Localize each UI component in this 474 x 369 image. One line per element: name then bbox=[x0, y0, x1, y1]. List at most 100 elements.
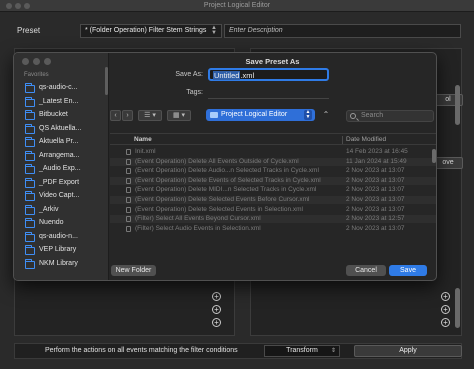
sidebar-item[interactable]: Arrangema... bbox=[25, 150, 105, 163]
file-name: (Event Operation) Delete All Events Outs… bbox=[135, 157, 299, 165]
filename-selected: Untitled bbox=[213, 71, 241, 80]
sidebar-item[interactable]: Aktuella Pr... bbox=[25, 137, 105, 149]
expand-chevron-icon[interactable]: ⌃ bbox=[320, 110, 332, 121]
cancel-button[interactable]: Cancel bbox=[346, 265, 386, 276]
folder-icon bbox=[25, 204, 35, 215]
apply-button[interactable]: Apply bbox=[354, 345, 462, 357]
preset-select[interactable]: * (Folder Operation) Filter Stem Strings… bbox=[80, 24, 222, 38]
folder-icon bbox=[25, 245, 35, 255]
sidebar: Favorites qs-audio-c... _Latest En... Bitb… bbox=[14, 53, 109, 280]
file-row[interactable]: (Event Operation) Delete All Events Outs… bbox=[110, 157, 436, 166]
file-name: (Event Operation) Delete MIDI...n Select… bbox=[135, 186, 317, 194]
sidebar-item[interactable]: _Latest En... bbox=[25, 96, 105, 109]
sidebar-item-label: _Arkiv bbox=[39, 205, 59, 213]
tags-field[interactable] bbox=[208, 88, 329, 99]
new-folder-button[interactable]: New Folder bbox=[111, 265, 156, 276]
folder-icon bbox=[25, 177, 35, 188]
sidebar-item[interactable]: _PDF Export bbox=[25, 177, 105, 190]
close-dialog-button[interactable] bbox=[22, 58, 29, 65]
folder-icon bbox=[25, 164, 35, 174]
left-add-buttons: + + + bbox=[212, 292, 222, 331]
sidebar-item[interactable]: NKM Library bbox=[25, 258, 105, 271]
location-popup[interactable]: Project Logical Editor ▲ ▼ bbox=[206, 109, 315, 121]
file-row[interactable]: (Filter) Select Audio Events in Selectio… bbox=[110, 224, 436, 233]
file-row[interactable]: (Event Operation) Delete Selected Events… bbox=[110, 196, 436, 204]
document-icon bbox=[126, 158, 131, 165]
file-row[interactable]: (Event Operation) Delete MIDI...n Select… bbox=[110, 186, 436, 194]
scrollbar-thumb[interactable] bbox=[455, 85, 460, 125]
folder-icon bbox=[25, 123, 35, 134]
sidebar-scrollbar[interactable] bbox=[105, 67, 108, 95]
back-chevron-icon[interactable]: ‹ bbox=[110, 110, 121, 121]
save-preset-dialog: Favorites qs-audio-c... _Latest En... Bitb… bbox=[13, 52, 437, 281]
forward-chevron-icon[interactable]: › bbox=[122, 110, 133, 121]
document-icon bbox=[126, 187, 131, 194]
file-row[interactable]: (Event Operation) Delete Audio...n Selec… bbox=[110, 167, 436, 175]
save-as-field[interactable]: Untitled.xml bbox=[208, 68, 329, 81]
sidebar-item-label: Bitbucket bbox=[39, 111, 68, 118]
tags-label: Tags: bbox=[186, 89, 203, 96]
folder-icon bbox=[25, 191, 35, 201]
add-condition-icon[interactable]: + bbox=[212, 292, 221, 301]
grid-view-icon[interactable]: ▦ ▾ bbox=[167, 110, 191, 121]
folder-icon bbox=[25, 137, 35, 147]
sidebar-item-label: Aktuella Pr... bbox=[39, 138, 79, 145]
minimize-dialog-button[interactable] bbox=[33, 58, 40, 65]
dialog-title: Save Preset As bbox=[245, 57, 300, 66]
column-divider[interactable] bbox=[342, 136, 343, 144]
file-row[interactable]: (Event Operation) Delete Selected Events… bbox=[110, 205, 436, 214]
file-row[interactable]: (Event Operation) Delete Events of Selec… bbox=[110, 176, 436, 185]
column-name-header[interactable]: Name bbox=[134, 136, 152, 143]
sidebar-item[interactable]: Bitbucket bbox=[25, 110, 105, 122]
sidebar-item[interactable]: Video Capt... bbox=[25, 191, 105, 203]
transform-select[interactable]: Transform ⇕ bbox=[264, 345, 340, 357]
document-icon bbox=[126, 225, 131, 232]
file-date: 2 Nov 2023 at 13:07 bbox=[346, 167, 405, 175]
add-action-icon[interactable]: + bbox=[441, 292, 450, 301]
sidebar-item[interactable]: VEP Library bbox=[25, 245, 105, 257]
operation-description: Perform the actions on all events matchi… bbox=[45, 347, 238, 354]
sidebar-item-label: Nuendo bbox=[39, 219, 64, 226]
file-list-scrollbar[interactable] bbox=[432, 149, 436, 163]
add-action-icon[interactable]: + bbox=[441, 318, 450, 327]
file-name: (Event Operation) Delete Selected Events… bbox=[135, 205, 304, 213]
file-name: Init.xml bbox=[135, 148, 156, 155]
sidebar-item-label: _PDF Export bbox=[39, 178, 80, 186]
add-action-icon[interactable]: + bbox=[441, 305, 450, 314]
zoom-dialog-button[interactable] bbox=[44, 58, 51, 65]
sidebar-item-label: Arrangema... bbox=[39, 151, 80, 159]
folder-icon bbox=[25, 258, 35, 269]
description-input[interactable]: Enter Description bbox=[224, 24, 461, 38]
column-date-header[interactable]: Date Modified bbox=[346, 136, 386, 143]
file-date: 2 Nov 2023 at 13:07 bbox=[346, 224, 405, 232]
chevron-updown-icon: ▲ ▼ bbox=[304, 109, 312, 120]
search-field[interactable]: Search bbox=[346, 110, 434, 122]
save-button[interactable]: Save bbox=[389, 265, 427, 276]
file-row[interactable]: Init.xml 14 Feb 2023 at 16:45 bbox=[110, 148, 436, 156]
list-view-icon[interactable]: ☰ ▾ bbox=[138, 110, 162, 121]
sidebar-item[interactable]: qs-audio-n... bbox=[25, 231, 105, 244]
sidebar-item-label: _Audio Exp... bbox=[39, 165, 81, 172]
right-add-buttons: + + + bbox=[441, 292, 451, 331]
chevron-updown-icon: ▲ ▼ bbox=[211, 25, 217, 36]
file-name: (Event Operation) Delete Audio...n Selec… bbox=[135, 167, 319, 175]
add-condition-icon[interactable]: + bbox=[212, 305, 221, 314]
side-button-remove[interactable]: ove bbox=[433, 157, 463, 169]
filename-extension: .xml bbox=[240, 71, 255, 80]
document-icon bbox=[126, 216, 131, 223]
file-row[interactable]: (Filter) Select All Events Beyond Cursor… bbox=[110, 215, 436, 224]
sidebar-item[interactable]: QS Aktuella... bbox=[25, 123, 105, 136]
folder-icon bbox=[25, 83, 35, 93]
file-name: (Filter) Select Audio Events in Selectio… bbox=[135, 224, 261, 232]
sidebar-item[interactable]: _Audio Exp... bbox=[25, 164, 105, 176]
sidebar-item[interactable]: qs-audio-c... bbox=[25, 83, 105, 95]
sidebar-item[interactable]: Nuendo bbox=[25, 218, 105, 230]
add-condition-icon[interactable]: + bbox=[212, 318, 221, 327]
sidebar-item[interactable]: _Arkiv bbox=[25, 204, 105, 217]
file-date: 11 Jan 2024 at 15:49 bbox=[346, 157, 407, 165]
scrollbar-thumb[interactable] bbox=[455, 288, 460, 328]
file-name: (Event Operation) Delete Events of Selec… bbox=[135, 176, 321, 184]
transform-label: Transform bbox=[286, 347, 318, 354]
document-icon bbox=[126, 149, 131, 155]
search-placeholder: Search bbox=[361, 112, 384, 119]
